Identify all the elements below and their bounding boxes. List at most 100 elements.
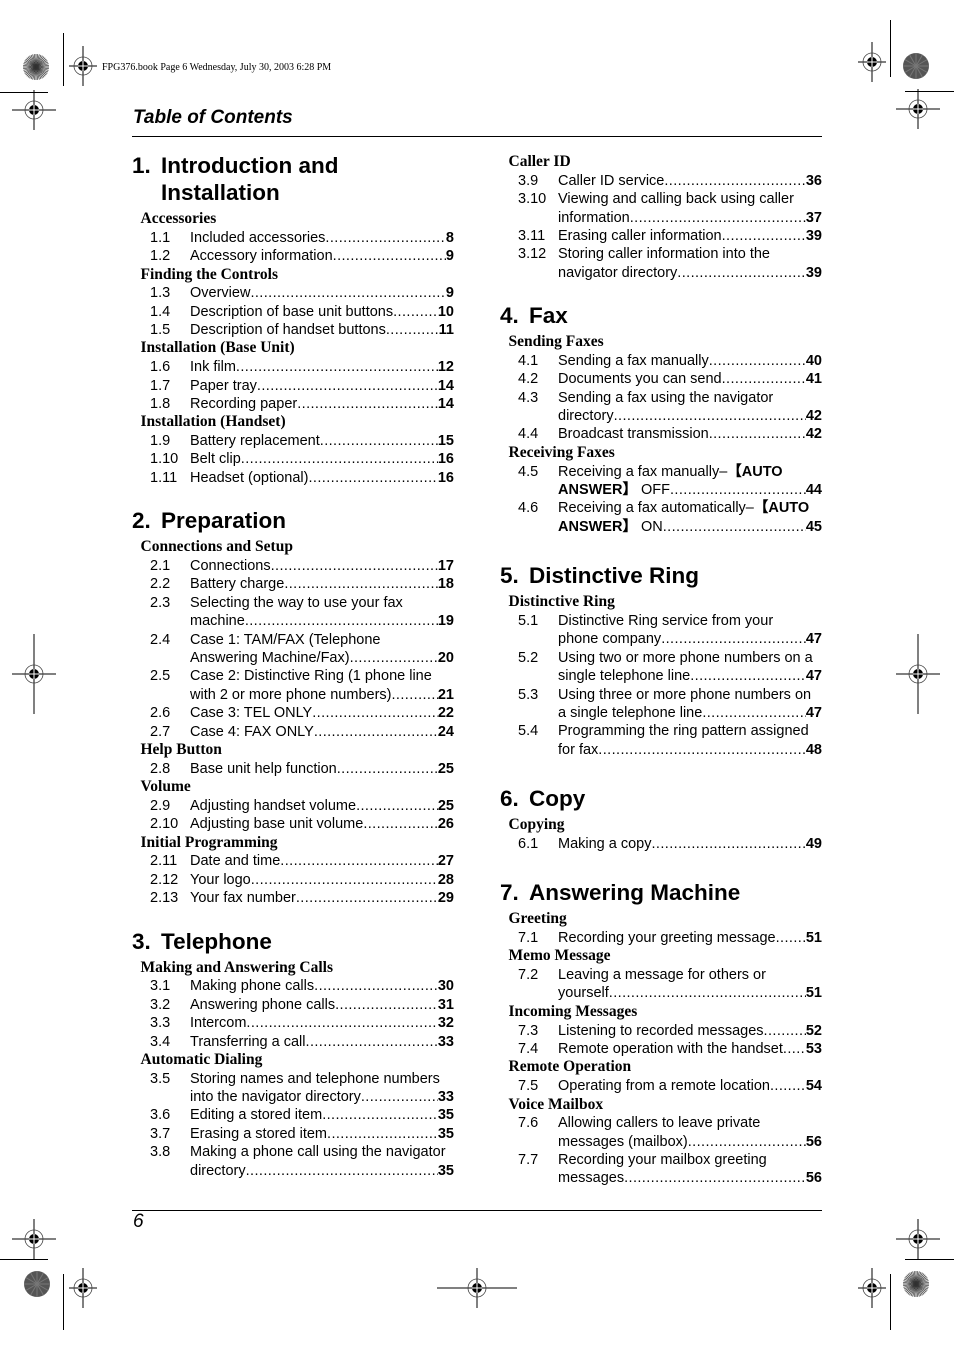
entry-page-number[interactable]: 51 xyxy=(806,984,822,1002)
toc-entry-link[interactable]: 1.5 Description of handset buttons 11 xyxy=(132,321,454,339)
toc-entry-link[interactable]: 5.2 Using two or more phone numbers on as… xyxy=(500,649,822,686)
entry-page-number[interactable]: 36 xyxy=(806,172,822,190)
toc-entry-link[interactable]: 3.6 Editing a stored item 35 xyxy=(132,1106,454,1124)
toc-entry-link[interactable]: 1.2 Accessory information 9 xyxy=(132,247,454,265)
entry-page-number[interactable]: 35 xyxy=(438,1106,454,1124)
entry-page-number[interactable]: 37 xyxy=(806,209,822,227)
entry-page-number[interactable]: 21 xyxy=(438,686,454,704)
entry-page-number[interactable]: 18 xyxy=(438,575,454,593)
toc-entry-link[interactable]: 7.3 Listening to recorded messages 52 xyxy=(500,1022,822,1040)
toc-entry-link[interactable]: 3.4 Transferring a call 33 xyxy=(132,1033,454,1051)
toc-entry-link[interactable]: 7.7 Recording your mailbox greeting messag… xyxy=(500,1151,822,1188)
toc-entry-link[interactable]: 2.11 Date and time 27 xyxy=(132,852,454,870)
toc-entry-link[interactable]: 4.5 Receiving a fax manually–【AUTO ANSWER】… xyxy=(500,463,822,500)
entry-page-number[interactable]: 42 xyxy=(806,407,822,425)
entry-page-number[interactable]: 33 xyxy=(438,1033,454,1051)
toc-entry-link[interactable]: 3.3 Intercom 32 xyxy=(132,1014,454,1032)
entry-page-number[interactable]: 12 xyxy=(438,358,454,376)
toc-entry-link[interactable]: 5.4 Programming the ring pattern assigned… xyxy=(500,722,822,759)
entry-page-number[interactable]: 48 xyxy=(806,741,822,759)
toc-entry-link[interactable]: 3.7 Erasing a stored item 35 xyxy=(132,1125,454,1143)
toc-entry-link[interactable]: 2.10 Adjusting base unit volume 26 xyxy=(132,815,454,833)
entry-page-number[interactable]: 56 xyxy=(806,1169,822,1187)
entry-page-number[interactable]: 26 xyxy=(438,815,454,833)
toc-entry-link[interactable]: 2.9 Adjusting handset volume 25 xyxy=(132,797,454,815)
entry-page-number[interactable]: 45 xyxy=(806,518,822,536)
toc-entry-link[interactable]: 3.12 Storing caller information into the n… xyxy=(500,245,822,282)
toc-entry-link[interactable]: 5.1 Distinctive Ring service from your pho… xyxy=(500,612,822,649)
entry-page-number[interactable]: 11 xyxy=(439,321,454,339)
entry-page-number[interactable]: 40 xyxy=(806,352,822,370)
toc-entry-link[interactable]: 2.7 Case 4: FAX ONLY 24 xyxy=(132,723,454,741)
entry-page-number[interactable]: 47 xyxy=(806,630,822,648)
entry-page-number[interactable]: 24 xyxy=(438,723,454,741)
toc-entry-link[interactable]: 2.4 Case 1: TAM/FAX (Telephone Answering M… xyxy=(132,631,454,668)
toc-entry-link[interactable]: 2.8 Base unit help function 25 xyxy=(132,760,454,778)
toc-entry-link[interactable]: 1.10 Belt clip 16 xyxy=(132,450,454,468)
entry-page-number[interactable]: 42 xyxy=(806,425,822,443)
entry-page-number[interactable]: 15 xyxy=(438,432,454,450)
entry-page-number[interactable]: 47 xyxy=(806,704,822,722)
entry-page-number[interactable]: 29 xyxy=(438,889,454,907)
toc-entry-link[interactable]: 2.3 Selecting the way to use your fax mach… xyxy=(132,594,454,631)
toc-entry-link[interactable]: 7.2 Leaving a message for others or yourse… xyxy=(500,966,822,1003)
entry-page-number[interactable]: 31 xyxy=(438,996,454,1014)
toc-entry-link[interactable]: 2.2 Battery charge 18 xyxy=(132,575,454,593)
entry-page-number[interactable]: 49 xyxy=(806,835,822,853)
entry-page-number[interactable]: 20 xyxy=(438,649,454,667)
entry-page-number[interactable]: 9 xyxy=(446,247,454,265)
toc-entry-link[interactable]: 3.10 Viewing and calling back using calle… xyxy=(500,190,822,227)
toc-entry-link[interactable]: 7.6 Allowing callers to leave private mess… xyxy=(500,1114,822,1151)
toc-entry-link[interactable]: 3.11 Erasing caller information 39 xyxy=(500,227,822,245)
entry-page-number[interactable]: 35 xyxy=(438,1125,454,1143)
toc-entry-link[interactable]: 7.4 Remote operation with the handset 53 xyxy=(500,1040,822,1058)
toc-entry-link[interactable]: 3.5 Storing names and telephone numbers in… xyxy=(132,1070,454,1107)
entry-page-number[interactable]: 10 xyxy=(438,303,454,321)
toc-entry-link[interactable]: 4.3 Sending a fax using the navigator dire… xyxy=(500,389,822,426)
entry-page-number[interactable]: 44 xyxy=(806,481,822,499)
entry-page-number[interactable]: 16 xyxy=(438,450,454,468)
toc-entry-link[interactable]: 2.6 Case 3: TEL ONLY 22 xyxy=(132,704,454,722)
entry-page-number[interactable]: 17 xyxy=(438,557,454,575)
toc-entry-link[interactable]: 1.6 Ink film 12 xyxy=(132,358,454,376)
entry-page-number[interactable]: 53 xyxy=(806,1040,822,1058)
entry-page-number[interactable]: 27 xyxy=(438,852,454,870)
toc-entry-link[interactable]: 1.9 Battery replacement 15 xyxy=(132,432,454,450)
entry-page-number[interactable]: 16 xyxy=(438,469,454,487)
toc-entry-link[interactable]: 4.4 Broadcast transmission 42 xyxy=(500,425,822,443)
entry-page-number[interactable]: 22 xyxy=(438,704,454,722)
entry-page-number[interactable]: 41 xyxy=(806,370,822,388)
entry-page-number[interactable]: 30 xyxy=(438,977,454,995)
entry-page-number[interactable]: 25 xyxy=(438,797,454,815)
toc-entry-link[interactable]: 2.5 Case 2: Distinctive Ring (1 phone lin… xyxy=(132,667,454,704)
toc-entry-link[interactable]: 3.2 Answering phone calls 31 xyxy=(132,996,454,1014)
toc-entry-link[interactable]: 1.7 Paper tray 14 xyxy=(132,377,454,395)
toc-entry-link[interactable]: 6.1 Making a copy 49 xyxy=(500,835,822,853)
entry-page-number[interactable]: 39 xyxy=(806,264,822,282)
entry-page-number[interactable]: 25 xyxy=(438,760,454,778)
toc-entry-link[interactable]: 4.2 Documents you can send 41 xyxy=(500,370,822,388)
entry-page-number[interactable]: 52 xyxy=(806,1022,822,1040)
toc-entry-link[interactable]: 7.5 Operating from a remote location 54 xyxy=(500,1077,822,1095)
entry-page-number[interactable]: 8 xyxy=(446,229,454,247)
toc-entry-link[interactable]: 3.9 Caller ID service 36 xyxy=(500,172,822,190)
toc-entry-link[interactable]: 2.1 Connections 17 xyxy=(132,557,454,575)
entry-page-number[interactable]: 32 xyxy=(438,1014,454,1032)
toc-entry-link[interactable]: 3.8 Making a phone call using the navigat… xyxy=(132,1143,454,1180)
entry-page-number[interactable]: 19 xyxy=(438,612,454,630)
toc-entry-link[interactable]: 1.1 Included accessories 8 xyxy=(132,229,454,247)
entry-page-number[interactable]: 28 xyxy=(438,871,454,889)
toc-entry-link[interactable]: 4.6 Receiving a fax automatically–【AUTO AN… xyxy=(500,499,822,536)
entry-page-number[interactable]: 47 xyxy=(806,667,822,685)
entry-page-number[interactable]: 51 xyxy=(806,929,822,947)
entry-page-number[interactable]: 54 xyxy=(806,1077,822,1095)
toc-entry-link[interactable]: 1.4 Description of base unit buttons 10 xyxy=(132,303,454,321)
entry-page-number[interactable]: 14 xyxy=(438,377,454,395)
toc-entry-link[interactable]: 2.12 Your logo 28 xyxy=(132,871,454,889)
entry-page-number[interactable]: 39 xyxy=(806,227,822,245)
toc-entry-link[interactable]: 1.11 Headset (optional) 16 xyxy=(132,469,454,487)
entry-page-number[interactable]: 56 xyxy=(806,1133,822,1151)
toc-entry-link[interactable]: 3.1 Making phone calls 30 xyxy=(132,977,454,995)
entry-page-number[interactable]: 14 xyxy=(438,395,454,413)
toc-entry-link[interactable]: 7.1 Recording your greeting message 51 xyxy=(500,929,822,947)
